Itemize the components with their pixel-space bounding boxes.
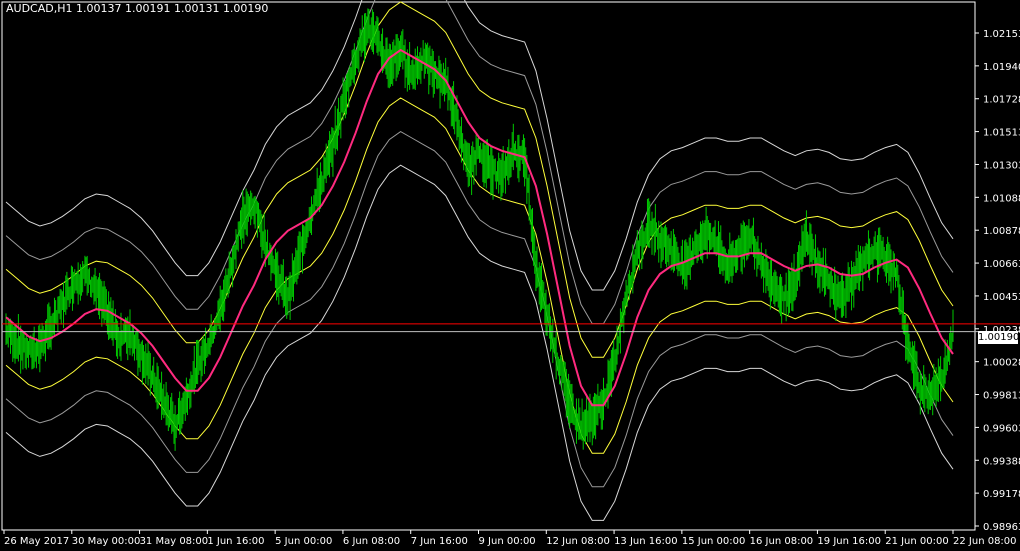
x-tick-label: 21 Jun 00:00 <box>885 536 949 547</box>
y-tick-label: 0.99603 <box>983 423 1020 434</box>
x-tick-label: 31 May 08:00 <box>140 536 209 547</box>
y-tick-label: 1.01513 <box>983 128 1020 139</box>
current-price-tag: 1.00190 <box>978 331 1020 344</box>
x-tick-label: 30 May 00:00 <box>72 536 141 547</box>
y-tick-label: 1.00028 <box>983 358 1020 369</box>
x-tick-label: 13 Jun 16:00 <box>614 536 678 547</box>
y-tick-label: 1.00878 <box>983 226 1020 237</box>
y-tick-label: 0.99813 <box>983 391 1020 402</box>
x-tick-label: 26 May 2017 <box>4 536 69 547</box>
x-tick-label: 1 Jun 16:00 <box>207 536 264 547</box>
y-tick-label: 0.99178 <box>983 489 1020 500</box>
x-tick-label: 19 Jun 16:00 <box>817 536 881 547</box>
x-tick-label: 9 Jun 00:00 <box>479 536 536 547</box>
y-tick-label: 1.00453 <box>983 292 1020 303</box>
band-inner-upper-line <box>5 1 954 358</box>
band-middle-lower-line <box>5 131 954 488</box>
y-tick-label: 1.01728 <box>983 95 1020 106</box>
y-tick-label: 1.02153 <box>983 29 1020 40</box>
x-tick-label: 22 Jun 08:00 <box>953 536 1017 547</box>
x-tick-label: 5 Jun 00:00 <box>275 536 332 547</box>
y-tick-label: 1.01088 <box>983 193 1020 204</box>
y-tick-label: 1.00663 <box>983 259 1020 270</box>
y-tick-label: 0.98963 <box>983 522 1020 533</box>
price-chart[interactable]: 1.02153 1.01940 1.01728 1.01513 1.01303 1.010… <box>0 0 1020 551</box>
x-tick-label: 16 Jun 08:00 <box>750 536 814 547</box>
x-tick-label: 15 Jun 00:00 <box>682 536 746 547</box>
x-tick-label: 6 Jun 08:00 <box>343 536 400 547</box>
plot-frame <box>1 1 976 531</box>
y-tick-label: 0.99388 <box>983 456 1020 467</box>
y-tick-label: 1.01303 <box>983 160 1020 171</box>
y-tick-label: 1.01940 <box>983 62 1020 73</box>
x-tick-label: 7 Jun 16:00 <box>411 536 468 547</box>
x-tick-label: 12 Jun 08:00 <box>546 536 610 547</box>
